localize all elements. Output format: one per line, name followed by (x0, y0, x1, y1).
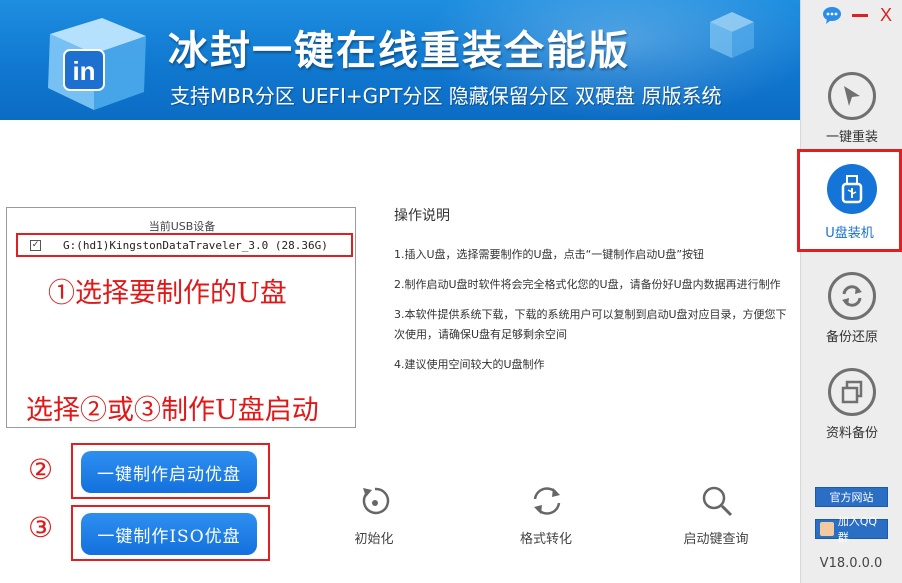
sidebar-item-label: 一键重装 (825, 130, 878, 145)
tool-boot-key-lookup[interactable]: 启动键查询 (656, 480, 776, 550)
sidebar-item-label: 资料备份 (825, 426, 878, 441)
sidebar-item-backup-restore[interactable]: 备份还原 (801, 264, 902, 364)
instructions-panel: 操作说明 1.插入U盘，选择需要制作的U盘，点击“一键制作启动U盘”按钮 2.制… (394, 205, 794, 375)
magnifier-icon (702, 486, 733, 517)
sidebar-item-label: U盘装机 (825, 226, 874, 241)
annotation-num3: ③ (28, 511, 54, 544)
app-logo-ice-cube: in (48, 18, 146, 110)
annotation-choose: 选择②或③制作U盘启动 (26, 395, 319, 426)
close-button[interactable]: X (875, 4, 897, 26)
chat-bubble-icon[interactable] (821, 4, 843, 26)
refresh-arrows-icon (828, 272, 876, 320)
instruction-step: 1.插入U盘，选择需要制作的U盘，点击“一键制作启动U盘”按钮 (394, 248, 705, 261)
highlight-iso-usb: 一键制作ISO优盘 (71, 505, 270, 561)
tool-label: 启动键查询 (683, 532, 749, 547)
make-iso-usb-button[interactable]: 一键制作ISO优盘 (81, 513, 257, 555)
minimize-icon[interactable] (849, 4, 871, 26)
join-qq-group-link[interactable]: 加入QQ群 (815, 515, 888, 544)
header-banner: in 冰封一键在线重装全能版 支持MBR分区 UEFI+GPT分区 隐藏保留分区… (0, 0, 800, 120)
official-site-link[interactable]: 官方网站 (815, 487, 888, 507)
tool-initialize[interactable]: 初始化 (314, 480, 434, 550)
instruction-step: 2.制作启动U盘时软件将会完全格式化您的U盘，请备份好U盘内数据再进行制作 (394, 278, 781, 291)
usb-device-row[interactable]: ✓ G:(hd1)KingstonDataTraveler_3.0 (28.36… (16, 233, 353, 257)
app-subtitle: 支持MBR分区 UEFI+GPT分区 隐藏保留分区 双硬盘 原版系统 (170, 84, 722, 108)
tool-format-convert[interactable]: 格式转化 (486, 480, 606, 550)
version-label: V18.0.0.0 (819, 556, 883, 571)
sidebar-item-data-backup[interactable]: 资料备份 (801, 360, 902, 460)
device-checkbox[interactable]: ✓ (30, 240, 41, 251)
tool-label: 初始化 (354, 532, 394, 547)
sidebar-item-label: 备份还原 (825, 330, 878, 345)
instruction-step: 3.本软件提供系统下载，下载的系统用户可以复制到启动U盘对应目录，方便您下次使用… (394, 308, 787, 341)
device-name: G:(hd1)KingstonDataTraveler_3.0 (28.36G) (63, 239, 328, 252)
decorative-ice-cube (710, 12, 754, 58)
device-panel-header: 当前USB设备 (148, 220, 216, 233)
window-controls: X (821, 4, 901, 26)
highlight-boot-usb: 一键制作启动优盘 (71, 443, 270, 499)
sidebar-item-usb-install[interactable]: U盘装机 (797, 149, 902, 252)
app-title: 冰封一键在线重装全能版 (168, 28, 630, 74)
tool-label: 格式转化 (519, 532, 572, 547)
reset-icon (362, 487, 390, 515)
cursor-arrow-icon (828, 72, 876, 120)
annotation-step1: ①选择要制作的U盘 (48, 278, 287, 309)
qq-group-label: 加入QQ群 (837, 515, 878, 544)
make-boot-usb-button[interactable]: 一键制作启动优盘 (81, 451, 257, 493)
convert-arrows-icon (533, 487, 561, 515)
logo-text: in (72, 56, 95, 86)
annotation-num2: ② (28, 453, 54, 486)
usb-drive-icon (827, 164, 877, 214)
instructions-title: 操作说明 (394, 208, 450, 224)
instruction-step: 4.建议使用空间较大的U盘制作 (394, 358, 545, 371)
qq-avatar-icon (820, 522, 834, 536)
copy-squares-icon (828, 368, 876, 416)
